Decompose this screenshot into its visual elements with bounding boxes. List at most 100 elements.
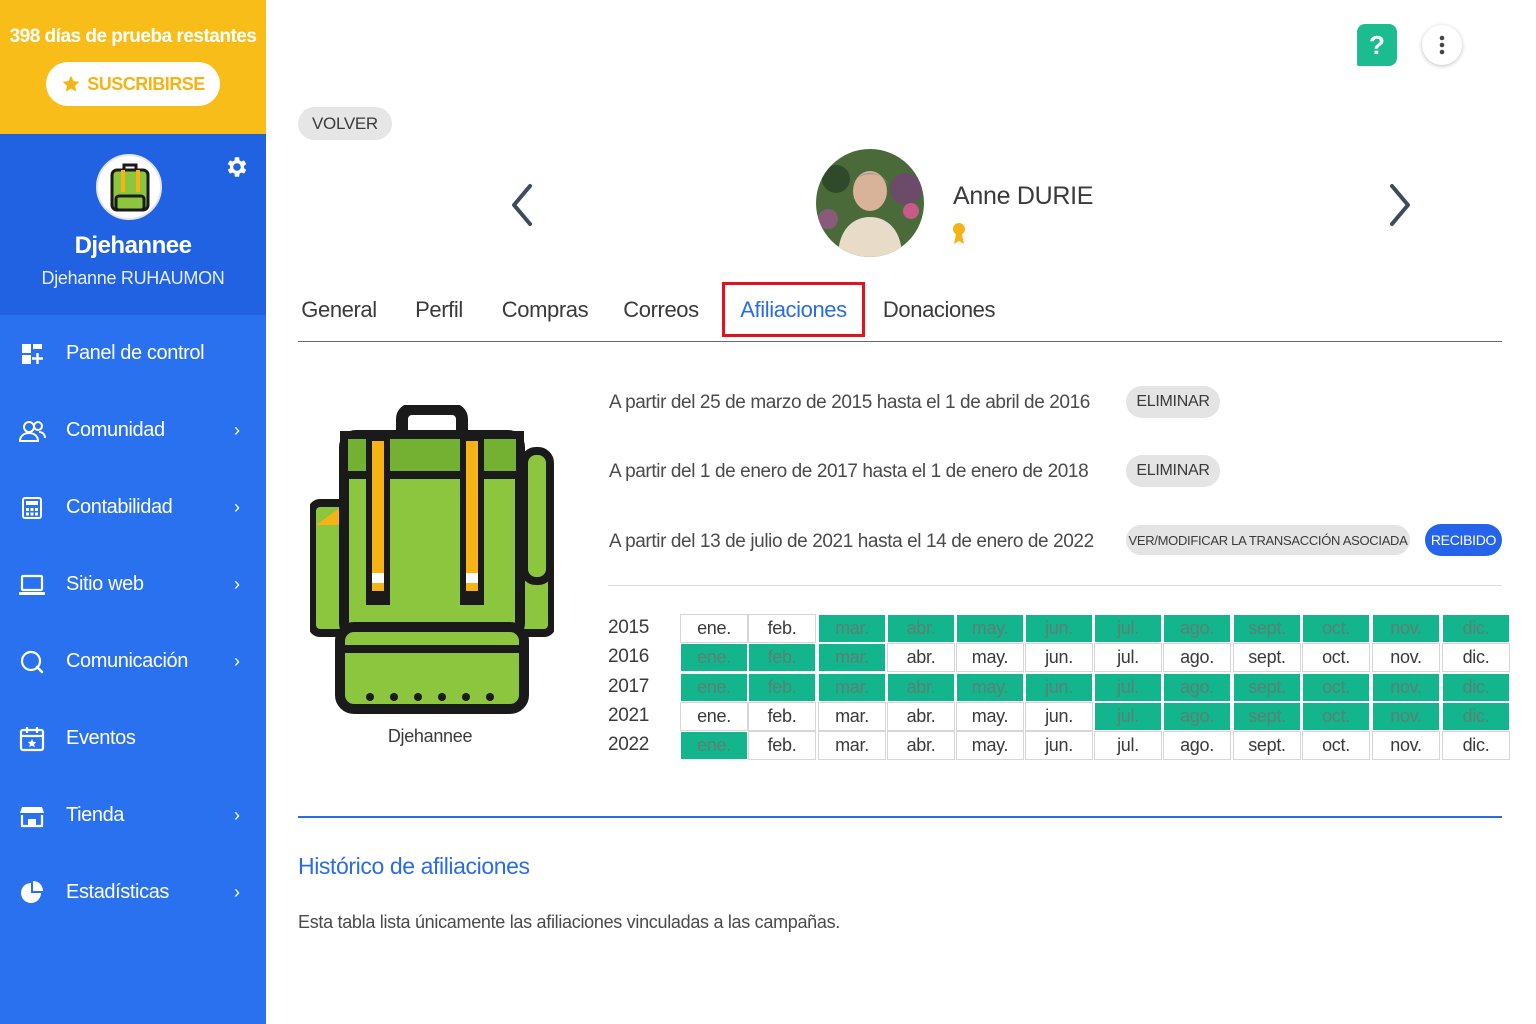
sidebar-item-label: Eventos xyxy=(66,727,136,749)
membership-period-text: A partir del 25 de marzo de 2015 hasta e… xyxy=(609,392,1090,413)
calendar-month-cell: oct. xyxy=(1302,614,1370,643)
tab-donaciones[interactable]: Donaciones xyxy=(883,282,996,337)
calendar-month-cell: ene. xyxy=(680,672,748,702)
backpack-icon xyxy=(310,405,554,714)
trial-days-text: 398 días de prueba restantes xyxy=(9,26,257,47)
calendar-month-cell: oct. xyxy=(1302,672,1370,702)
calendar-month-cell: feb. xyxy=(748,614,816,643)
calculator-icon xyxy=(18,494,46,522)
community-icon xyxy=(18,417,46,445)
chat-icon xyxy=(18,648,46,676)
calendar-month-cell: ago. xyxy=(1163,731,1231,761)
calendar-month-cell: jun. xyxy=(1025,672,1093,702)
calendar-month-cell: feb. xyxy=(748,701,816,731)
calendar-month-cell: nov. xyxy=(1372,701,1440,731)
delete-membership-button[interactable]: ELIMINAR xyxy=(1126,455,1220,487)
chevron-right-icon: › xyxy=(234,574,240,594)
help-question-icon: ? xyxy=(1369,29,1385,60)
received-status-badge[interactable]: RECIBIDO xyxy=(1425,524,1502,556)
backpack-icon xyxy=(110,163,150,212)
calendar-month-cell: abr. xyxy=(887,672,955,702)
calendar-month-cell: feb. xyxy=(748,672,816,702)
tab-general[interactable]: General xyxy=(298,282,380,337)
sidebar-item-sitio-web[interactable]: Sitio web › xyxy=(0,546,266,623)
section-divider xyxy=(608,585,1502,586)
history-title: Histórico de afiliaciones xyxy=(298,853,530,879)
calendar-month-cell: ago. xyxy=(1163,614,1231,643)
settings-gear-icon[interactable] xyxy=(224,154,250,180)
next-member-chevron-right-icon[interactable] xyxy=(1384,180,1414,230)
club-caption: Djehannee xyxy=(387,726,473,746)
tab-afiliaciones[interactable]: Afiliaciones xyxy=(722,282,865,337)
membership-period-text: A partir del 1 de enero de 2017 hasta el… xyxy=(609,461,1089,482)
calendar-year-label: 2016 xyxy=(608,646,650,668)
calendar-month-cell: dic. xyxy=(1442,643,1510,673)
sidebar-item-comunicacion[interactable]: Comunicación › xyxy=(0,623,266,700)
calendar-month-cell: jun. xyxy=(1025,731,1093,761)
chevron-right-icon: › xyxy=(234,420,240,440)
calendar-month-cell: abr. xyxy=(887,701,955,731)
calendar-month-cell: abr. xyxy=(887,731,955,761)
organization-name: Djehannee xyxy=(74,232,192,259)
view-transaction-button[interactable]: VER/MODIFICAR LA TRANSACCIÓN ASOCIADA xyxy=(1126,525,1410,555)
history-divider xyxy=(298,816,1502,818)
chevron-right-icon: › xyxy=(234,651,240,671)
sidebar-item-label: Comunicación xyxy=(66,650,188,672)
calendar-month-cell: ene. xyxy=(680,614,748,643)
member-photo xyxy=(816,149,924,257)
calendar-year-label: 2017 xyxy=(608,675,650,697)
tab-correos[interactable]: Correos xyxy=(620,282,702,337)
subscribe-button[interactable]: SUSCRIBIRSE xyxy=(46,62,220,106)
calendar-month-cell: jul. xyxy=(1094,731,1162,761)
calendar-month-cell: mar. xyxy=(818,672,886,702)
calendar-month-cell: dic. xyxy=(1442,731,1510,761)
sidebar-item-eventos[interactable]: Eventos xyxy=(0,700,266,777)
user-name: Djehanne RUHAUMON xyxy=(41,268,225,288)
back-button[interactable]: VOLVER xyxy=(298,107,392,140)
calendar-month-cell: nov. xyxy=(1372,614,1440,643)
sidebar-item-contabilidad[interactable]: Contabilidad › xyxy=(0,469,266,546)
sidebar-item-label: Contabilidad xyxy=(66,496,173,518)
pie-chart-icon xyxy=(18,879,46,907)
calendar-month-cell: nov. xyxy=(1372,731,1440,761)
calendar-month-cell: dic. xyxy=(1442,672,1510,702)
calendar-month-cell: may. xyxy=(956,614,1024,643)
dashboard-icon xyxy=(18,340,46,368)
chevron-right-icon: › xyxy=(234,805,240,825)
calendar-year-label: 2021 xyxy=(608,704,650,726)
store-icon xyxy=(18,802,46,830)
member-name: Anne DURIE xyxy=(953,182,1094,210)
calendar-month-cell: sept. xyxy=(1233,701,1301,731)
calendar-month-cell: ene. xyxy=(680,643,748,673)
calendar-year-label: 2015 xyxy=(608,617,650,638)
calendar-month-cell: may. xyxy=(956,701,1024,731)
sidebar-item-panel-de-control[interactable]: Panel de control xyxy=(0,315,266,392)
calendar-month-cell: ago. xyxy=(1163,701,1231,731)
previous-member-chevron-left-icon[interactable] xyxy=(508,180,538,230)
sidebar-item-estadisticas[interactable]: Estadísticas › xyxy=(0,854,266,931)
calendar-icon xyxy=(18,725,46,753)
tab-perfil[interactable]: Perfil xyxy=(408,282,470,337)
sidebar-item-comunidad[interactable]: Comunidad › xyxy=(0,392,266,469)
calendar-month-cell: ago. xyxy=(1163,643,1231,673)
star-icon xyxy=(62,75,80,92)
calendar-month-cell: mar. xyxy=(818,731,886,761)
sidebar-profile: Djehannee Djehanne RUHAUMON xyxy=(0,134,266,315)
calendar-month-cell: jun. xyxy=(1025,701,1093,731)
sidebar-item-label: Comunidad xyxy=(66,419,165,441)
calendar-month-cell: sept. xyxy=(1233,643,1301,673)
help-button[interactable]: ? xyxy=(1357,24,1397,66)
more-options-button[interactable] xyxy=(1422,25,1462,65)
medal-icon xyxy=(953,223,965,244)
sidebar-item-label: Estadísticas xyxy=(66,881,170,903)
member-tabs: General Perfil Compras Correos Afiliacio… xyxy=(298,282,1502,342)
calendar-month-cell: oct. xyxy=(1302,731,1370,761)
calendar-month-cell: ago. xyxy=(1163,672,1231,702)
calendar-month-cell: oct. xyxy=(1302,643,1370,673)
delete-membership-button[interactable]: ELIMINAR xyxy=(1126,386,1220,418)
organization-avatar[interactable] xyxy=(96,154,162,220)
tab-compras[interactable]: Compras xyxy=(498,282,592,337)
sidebar-item-label: Panel de control xyxy=(66,342,205,364)
history-description: Esta tabla lista únicamente las afiliaci… xyxy=(298,912,841,932)
sidebar-item-tienda[interactable]: Tienda › xyxy=(0,777,266,854)
